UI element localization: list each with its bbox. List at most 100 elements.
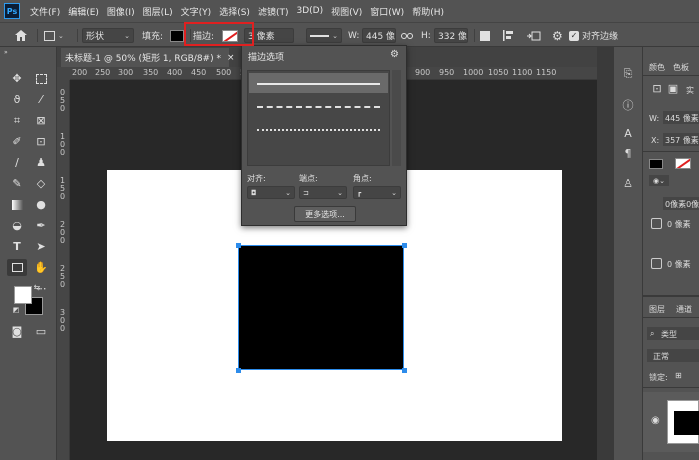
ruler-tick-label: 250 bbox=[95, 68, 111, 77]
stroke-type-dotted[interactable] bbox=[249, 119, 388, 139]
stroke-corners-select[interactable]: ┏ ⌄ bbox=[353, 186, 401, 199]
corner-radius-field[interactable]: 0像素0像 bbox=[663, 197, 699, 210]
stroke-list-scrollbar[interactable] bbox=[392, 70, 401, 166]
ruler-tick-label: 500 bbox=[216, 68, 232, 77]
default-colors-icon[interactable]: ◩ bbox=[11, 305, 21, 315]
properties-x-field[interactable]: 357 像素 bbox=[663, 133, 699, 146]
transform-handle[interactable] bbox=[236, 243, 241, 248]
rectangle-tool-icon[interactable] bbox=[7, 259, 27, 276]
vertical-ruler[interactable]: 0 5 0 1 0 0 1 5 0 2 0 0 2 5 0 3 0 0 bbox=[57, 80, 70, 460]
color-tab[interactable]: 颜色 bbox=[649, 62, 665, 73]
path-arrangement-icon[interactable] bbox=[527, 27, 541, 44]
menu-edit[interactable]: 编辑(E) bbox=[64, 5, 103, 18]
path-alignment-icon[interactable] bbox=[503, 27, 515, 44]
corner-value-1: 0 像素 bbox=[667, 220, 691, 229]
frame-tool-icon[interactable]: ⊠ bbox=[31, 112, 51, 129]
close-icon[interactable]: × bbox=[227, 53, 235, 63]
quick-select-tool-icon[interactable]: ⁄ bbox=[31, 91, 51, 108]
menu-type[interactable]: 文字(Y) bbox=[177, 5, 216, 18]
layers-tab[interactable]: 图层 bbox=[649, 304, 665, 315]
history-panel-icon[interactable]: ⎘ bbox=[618, 67, 638, 81]
properties-panel-icon[interactable]: ♙ bbox=[618, 177, 638, 190]
fill-swatch[interactable] bbox=[170, 27, 184, 44]
mask-properties-icon[interactable]: ▣ bbox=[663, 82, 683, 95]
spot-healing-tool-icon[interactable]: ⊡ bbox=[31, 133, 51, 150]
menu-image[interactable]: 图像(I) bbox=[103, 5, 139, 18]
panel-dock-gap bbox=[597, 47, 613, 460]
move-tool-icon[interactable]: ✥ bbox=[7, 70, 27, 87]
path-operations-icon[interactable] bbox=[480, 27, 490, 44]
stroke-type-solid[interactable] bbox=[249, 73, 388, 93]
lock-transparency-icon[interactable]: ⊞ bbox=[675, 371, 682, 380]
collapse-panel-icon[interactable]: » bbox=[2, 48, 55, 56]
w-label: W: bbox=[649, 114, 660, 123]
gear-icon[interactable]: ⚙ bbox=[552, 27, 563, 44]
paragraph-panel-icon[interactable]: ¶ bbox=[618, 147, 638, 160]
transform-handle[interactable] bbox=[402, 243, 407, 248]
gradient-tool-icon[interactable] bbox=[7, 196, 27, 213]
more-options-button[interactable]: 更多选项... bbox=[294, 206, 356, 222]
marquee-tool-icon[interactable] bbox=[31, 70, 51, 87]
document-tab[interactable]: 未标题-1 @ 50% (矩形 1, RGB/8#) * × bbox=[61, 48, 235, 67]
menu-select[interactable]: 选择(S) bbox=[215, 5, 254, 18]
character-panel-icon[interactable]: A bbox=[618, 127, 638, 140]
layer-thumbnail bbox=[667, 400, 699, 444]
ruler-origin[interactable] bbox=[57, 67, 70, 80]
height-field[interactable]: 332 像 bbox=[434, 27, 468, 44]
search-icon: ⌕ bbox=[650, 329, 655, 338]
rectangle-shape-layer[interactable] bbox=[238, 245, 404, 370]
screen-mode-icon[interactable]: ▭ bbox=[31, 323, 51, 340]
link-icon[interactable] bbox=[401, 27, 413, 44]
properties-fill-swatch[interactable] bbox=[649, 159, 663, 169]
clone-stamp-tool-icon[interactable]: ♟ bbox=[31, 154, 51, 171]
menu-filter[interactable]: 滤镜(T) bbox=[254, 5, 293, 18]
tool-preset-picker[interactable]: ⌄ bbox=[44, 27, 64, 44]
hand-tool-icon[interactable]: ✋ bbox=[31, 259, 51, 276]
align-edges-checkbox[interactable]: ✓ 对齐边缘 bbox=[569, 27, 618, 44]
properties-width-field[interactable]: 445 像素 bbox=[663, 111, 699, 124]
width-field[interactable]: 445 像 bbox=[362, 27, 396, 44]
stroke-align-select[interactable]: ◘ ⌄ bbox=[247, 186, 295, 199]
quick-mask-icon[interactable]: ◙ bbox=[7, 323, 27, 340]
stroke-align-dropdown[interactable]: ◉⌄ bbox=[649, 175, 669, 186]
menu-file[interactable]: 文件(F) bbox=[26, 5, 64, 18]
pen-tool-icon[interactable]: ✒ bbox=[31, 217, 51, 234]
swatches-tab[interactable]: 色板 bbox=[673, 62, 689, 73]
photoshop-logo[interactable]: Ps bbox=[4, 3, 20, 19]
menu-layer[interactable]: 图层(L) bbox=[139, 5, 177, 18]
menu-view[interactable]: 视图(V) bbox=[327, 5, 366, 18]
gear-icon[interactable]: ⚙ bbox=[390, 49, 399, 60]
info-panel-icon[interactable]: ⓘ bbox=[618, 97, 638, 113]
home-icon[interactable] bbox=[14, 27, 28, 44]
properties-stroke-swatch[interactable] bbox=[675, 158, 691, 169]
swap-colors-icon[interactable]: ⇆ bbox=[30, 282, 44, 292]
ruler-tick-label: 300 bbox=[118, 68, 134, 77]
eye-icon[interactable]: ◉ bbox=[651, 415, 660, 426]
eraser-tool-icon[interactable]: ◇ bbox=[31, 175, 51, 192]
layer-row[interactable]: ◉ bbox=[643, 392, 699, 452]
brush-tool-icon[interactable]: ∕ bbox=[7, 154, 27, 171]
blur-tool-icon[interactable]: ● bbox=[31, 196, 51, 213]
menu-window[interactable]: 窗口(W) bbox=[366, 5, 408, 18]
corner-link-checkbox[interactable] bbox=[651, 218, 662, 229]
layer-filter-search[interactable]: ⌕ 类型 bbox=[647, 327, 699, 340]
transform-handle[interactable] bbox=[236, 368, 241, 373]
menu-3d[interactable]: 3D(D) bbox=[292, 6, 327, 16]
stroke-caps-select[interactable]: ⊐ ⌄ bbox=[299, 186, 347, 199]
eyedropper-tool-icon[interactable]: ✐ bbox=[7, 133, 27, 150]
path-select-tool-icon[interactable]: ➤ bbox=[31, 238, 51, 255]
corner-link-checkbox-2[interactable] bbox=[651, 258, 662, 269]
stroke-type-dashed[interactable] bbox=[249, 96, 388, 116]
menu-help[interactable]: 帮助(H) bbox=[408, 5, 448, 18]
history-brush-tool-icon[interactable]: ✎ bbox=[7, 175, 27, 192]
lasso-tool-icon[interactable]: ϑ bbox=[7, 91, 27, 108]
type-tool-icon[interactable]: T bbox=[7, 238, 27, 255]
stroke-type-select[interactable]: ⌄ bbox=[306, 27, 342, 44]
transform-handle[interactable] bbox=[402, 368, 407, 373]
tool-mode-select[interactable]: 形状 ⌄ bbox=[82, 27, 134, 44]
blend-mode-select[interactable]: 正常 bbox=[647, 349, 699, 362]
dodge-tool-icon[interactable]: ◒ bbox=[7, 217, 27, 234]
crop-tool-icon[interactable]: ⌗ bbox=[7, 112, 27, 129]
width-value: 445 像 bbox=[366, 32, 396, 42]
channels-tab[interactable]: 通道 bbox=[676, 304, 692, 315]
